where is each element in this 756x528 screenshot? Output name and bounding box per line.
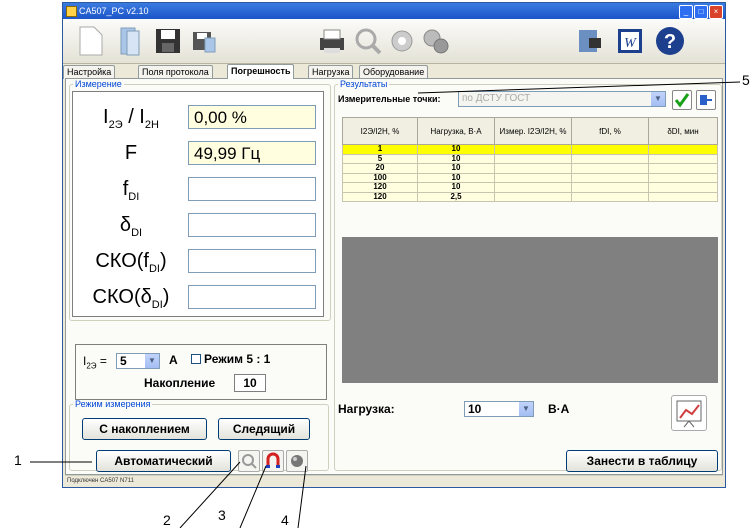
- callout-4: 4: [281, 512, 289, 528]
- callout-3: 3: [218, 507, 226, 523]
- callout-lines: [30, 81, 741, 528]
- callout-1: 1: [14, 452, 22, 468]
- tab-error[interactable]: Погрешность: [227, 64, 295, 79]
- callout-5: 5: [742, 72, 750, 88]
- callout-2: 2: [163, 512, 171, 528]
